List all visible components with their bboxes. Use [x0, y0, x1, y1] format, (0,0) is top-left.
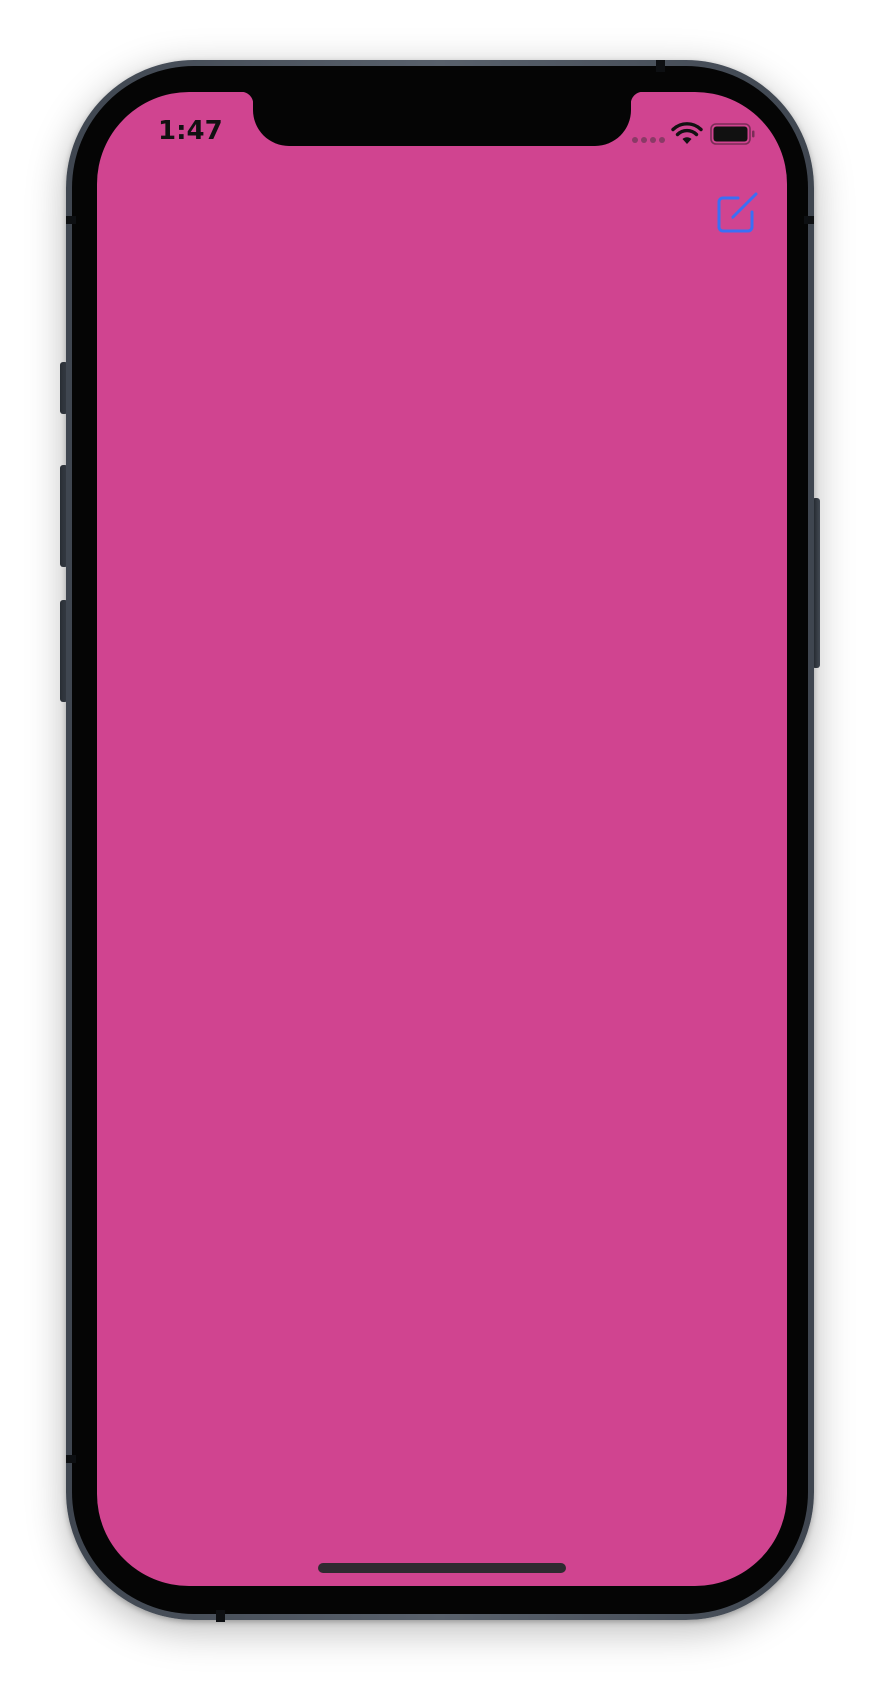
- home-indicator[interactable]: [318, 1563, 566, 1573]
- battery-icon: [710, 123, 755, 145]
- antenna-band: [216, 1610, 225, 1622]
- antenna-band: [66, 1455, 76, 1463]
- cellular-signal-icon: [632, 137, 665, 143]
- compose-icon: [717, 192, 758, 233]
- antenna-band: [804, 216, 814, 224]
- simulator-stage: 1:47: [0, 0, 880, 1684]
- compose-button[interactable]: [716, 190, 760, 234]
- antenna-band: [66, 216, 76, 224]
- app-screen[interactable]: [97, 92, 787, 1586]
- antenna-band: [656, 60, 665, 72]
- status-time: 1:47: [158, 116, 223, 146]
- device-notch: [241, 92, 643, 146]
- wifi-icon: [671, 122, 703, 144]
